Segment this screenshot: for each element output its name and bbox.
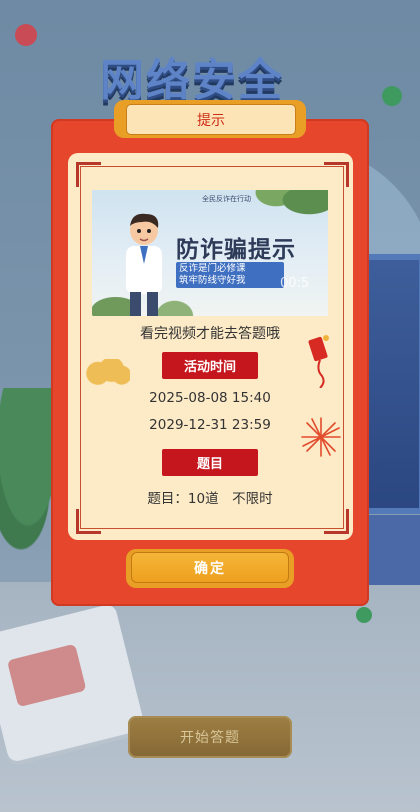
video-player[interactable]: 全民反诈在行动 防诈骗提示 反诈是门必修课 筑牢防线守好我 00:5 [92, 190, 328, 316]
topic-label: 题目 [162, 449, 258, 476]
video-headline: 防诈骗提示 [176, 237, 296, 263]
green-ball-decoration [382, 86, 402, 106]
video-subtitle-line: 反诈是门必修课 [179, 263, 246, 274]
cloud-ornament-icon [84, 359, 130, 385]
start-quiz-button[interactable]: 开始答题 [128, 716, 292, 758]
video-subtitle: 反诈是门必修课 筑牢防线守好我 [176, 262, 284, 288]
activity-time-label: 活动时间 [162, 352, 258, 379]
corner-ornament [76, 509, 101, 534]
video-time-overlay: 00:5 [280, 276, 310, 291]
video-top-text: 全民反诈在行动 [202, 195, 251, 203]
activity-start-time: 2025-08-08 15:40 [149, 390, 271, 406]
activity-end-time: 2029-12-31 23:59 [149, 417, 271, 433]
modal-title: 提示 [126, 104, 296, 135]
video-subtitle-line: 筑牢防线守好我 [179, 275, 246, 286]
confirm-button[interactable]: 确定 [131, 552, 289, 583]
corner-ornament [76, 162, 101, 187]
corner-ornament [324, 509, 349, 534]
presenter-figure [126, 213, 162, 316]
red-ball-decoration [15, 24, 37, 46]
background-title: 网络安全 [100, 55, 284, 106]
green-ball-decoration [356, 607, 372, 623]
corner-ornament [324, 162, 349, 187]
topic-info: 题目：10道 不限时 [147, 491, 273, 507]
firecracker-icon [308, 335, 329, 388]
watch-video-note: 看完视频才能去答题哦 [140, 326, 280, 342]
